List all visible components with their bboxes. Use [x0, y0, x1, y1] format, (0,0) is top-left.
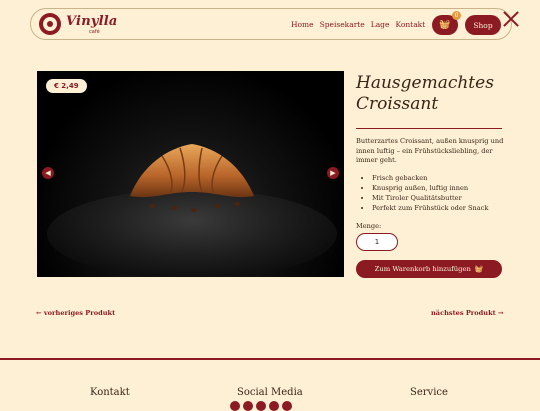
social-icons — [230, 401, 292, 411]
social-icon[interactable] — [243, 401, 253, 411]
site-header: Vinylla café Home Speisekarte Lage Konta… — [30, 8, 512, 40]
footer-heading-service: Service — [410, 387, 448, 398]
social-icon[interactable] — [269, 401, 279, 411]
nav-item-lage[interactable]: Lage — [371, 20, 390, 29]
shop-button[interactable]: Shop — [465, 15, 501, 35]
social-icon[interactable] — [282, 401, 292, 411]
quantity-input[interactable] — [356, 233, 398, 251]
footer-heading-social: Social Media — [237, 387, 303, 398]
feature-list: Frisch gebacken Knusprig außen, luftig i… — [356, 173, 488, 213]
logo-text[interactable]: Vinylla — [66, 14, 118, 29]
footer-divider — [0, 358, 540, 360]
social-icon[interactable] — [230, 401, 240, 411]
list-item: Knusprig außen, luftig innen — [372, 183, 488, 193]
main-nav: Home Speisekarte Lage Kontakt — [291, 20, 425, 29]
product-description: Butterzartes Croissant, außen knusprig u… — [356, 137, 504, 164]
logo-subtitle: café — [89, 29, 100, 35]
footer-heading-contact: Kontakt — [90, 387, 130, 398]
list-item: Frisch gebacken — [372, 173, 488, 183]
chevron-left-icon: ◀ — [45, 169, 51, 177]
chevron-right-icon: ▶ — [330, 169, 336, 177]
title-divider — [356, 128, 502, 129]
basket-icon: 🧺 — [439, 20, 451, 30]
cart-button[interactable]: 🧺 0 — [432, 11, 461, 35]
list-item: Perfekt zum Frühstück oder Snack — [372, 203, 488, 213]
next-product-link[interactable]: nächstes Produkt → — [431, 309, 504, 317]
nav-item-speisekarte[interactable]: Speisekarte — [320, 20, 365, 29]
nav-item-kontakt[interactable]: Kontakt — [395, 20, 425, 29]
social-icon[interactable] — [256, 401, 266, 411]
add-to-cart-button[interactable]: Zum Warenkorb hinzufügen 🧺 — [356, 260, 502, 278]
carousel-next-button[interactable]: ▶ — [327, 167, 339, 179]
add-to-cart-label: Zum Warenkorb hinzufügen — [374, 265, 471, 273]
close-icon[interactable] — [503, 11, 519, 27]
basket-icon: 🧺 — [474, 265, 484, 273]
croissant-image — [130, 144, 254, 212]
previous-product-link[interactable]: ← vorheriges Produkt — [36, 309, 115, 317]
nav-item-home[interactable]: Home — [291, 20, 314, 29]
cart-count-badge: 0 — [452, 11, 461, 20]
price-badge: € 2,49 — [46, 79, 87, 93]
product-title: Hausgemachtes Croissant — [356, 73, 494, 114]
quantity-label: Menge: — [356, 222, 382, 230]
list-item: Mit Tiroler Qualitätsbutter — [372, 193, 488, 203]
product-image-carousel: € 2,49 ◀ ▶ — [37, 71, 344, 277]
logo-icon[interactable] — [39, 13, 61, 35]
carousel-prev-button[interactable]: ◀ — [42, 167, 54, 179]
